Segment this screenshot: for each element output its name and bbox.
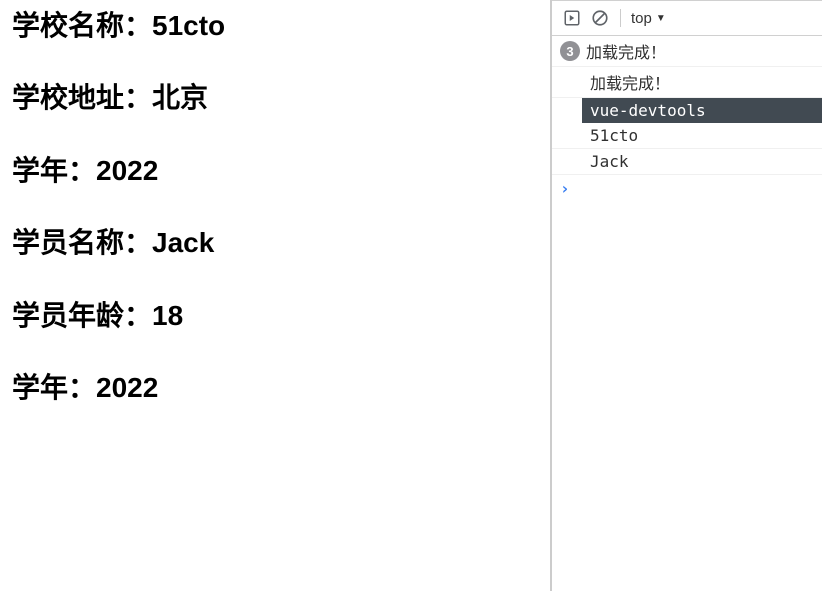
school-address-value: 北京 <box>152 82 208 113</box>
console-group-text: 加载完成！ <box>586 39 666 63</box>
console-prompt[interactable]: › <box>552 175 822 202</box>
devtools-panel: top ▼ 3 加载完成！ 加载完成！ vue-devtools 51cto J… <box>552 0 822 591</box>
context-selector[interactable]: top ▼ <box>631 10 666 27</box>
chevron-right-icon: › <box>560 179 570 198</box>
school-name-line: 学校名称：51cto <box>12 8 538 44</box>
console-row-highlighted[interactable]: vue-devtools <box>582 98 822 123</box>
page-content: 学校名称：51cto 学校地址：北京 学年：2022 学员名称：Jack 学员年… <box>0 0 550 591</box>
console-text: 51cto <box>590 126 638 145</box>
chevron-down-icon: ▼ <box>656 13 666 24</box>
student-name-value: Jack <box>152 227 214 258</box>
student-age-line: 学员年龄：18 <box>12 298 538 334</box>
console-text: 加载完成！ <box>590 70 670 94</box>
school-year-value-2: 2022 <box>96 372 158 403</box>
count-badge: 3 <box>560 41 580 61</box>
school-address-line: 学校地址：北京 <box>12 80 538 116</box>
console-row[interactable]: Jack <box>552 149 822 175</box>
console-group-row[interactable]: 3 加载完成！ <box>552 36 822 67</box>
school-year-line-1: 学年：2022 <box>12 153 538 189</box>
student-name-label: 学员名称： <box>12 227 152 258</box>
clear-console-icon[interactable] <box>590 8 610 28</box>
school-name-label: 学校名称： <box>12 10 152 41</box>
school-year-line-2: 学年：2022 <box>12 370 538 406</box>
console-toolbar: top ▼ <box>552 0 822 36</box>
student-name-line: 学员名称：Jack <box>12 225 538 261</box>
console-text: vue-devtools <box>590 101 706 120</box>
school-year-label-1: 学年： <box>12 155 96 186</box>
student-age-label: 学员年龄： <box>12 300 152 331</box>
student-age-value: 18 <box>152 300 183 331</box>
console-body: 3 加载完成！ 加载完成！ vue-devtools 51cto Jack › <box>552 36 822 591</box>
toolbar-divider <box>620 9 621 27</box>
school-year-label-2: 学年： <box>12 372 96 403</box>
console-row[interactable]: 51cto <box>552 123 822 149</box>
school-address-label: 学校地址： <box>12 82 152 113</box>
console-text: Jack <box>590 152 629 171</box>
school-name-value: 51cto <box>152 10 225 41</box>
context-label: top <box>631 10 652 27</box>
console-row[interactable]: 加载完成！ <box>552 67 822 98</box>
execute-icon[interactable] <box>562 8 582 28</box>
school-year-value-1: 2022 <box>96 155 158 186</box>
